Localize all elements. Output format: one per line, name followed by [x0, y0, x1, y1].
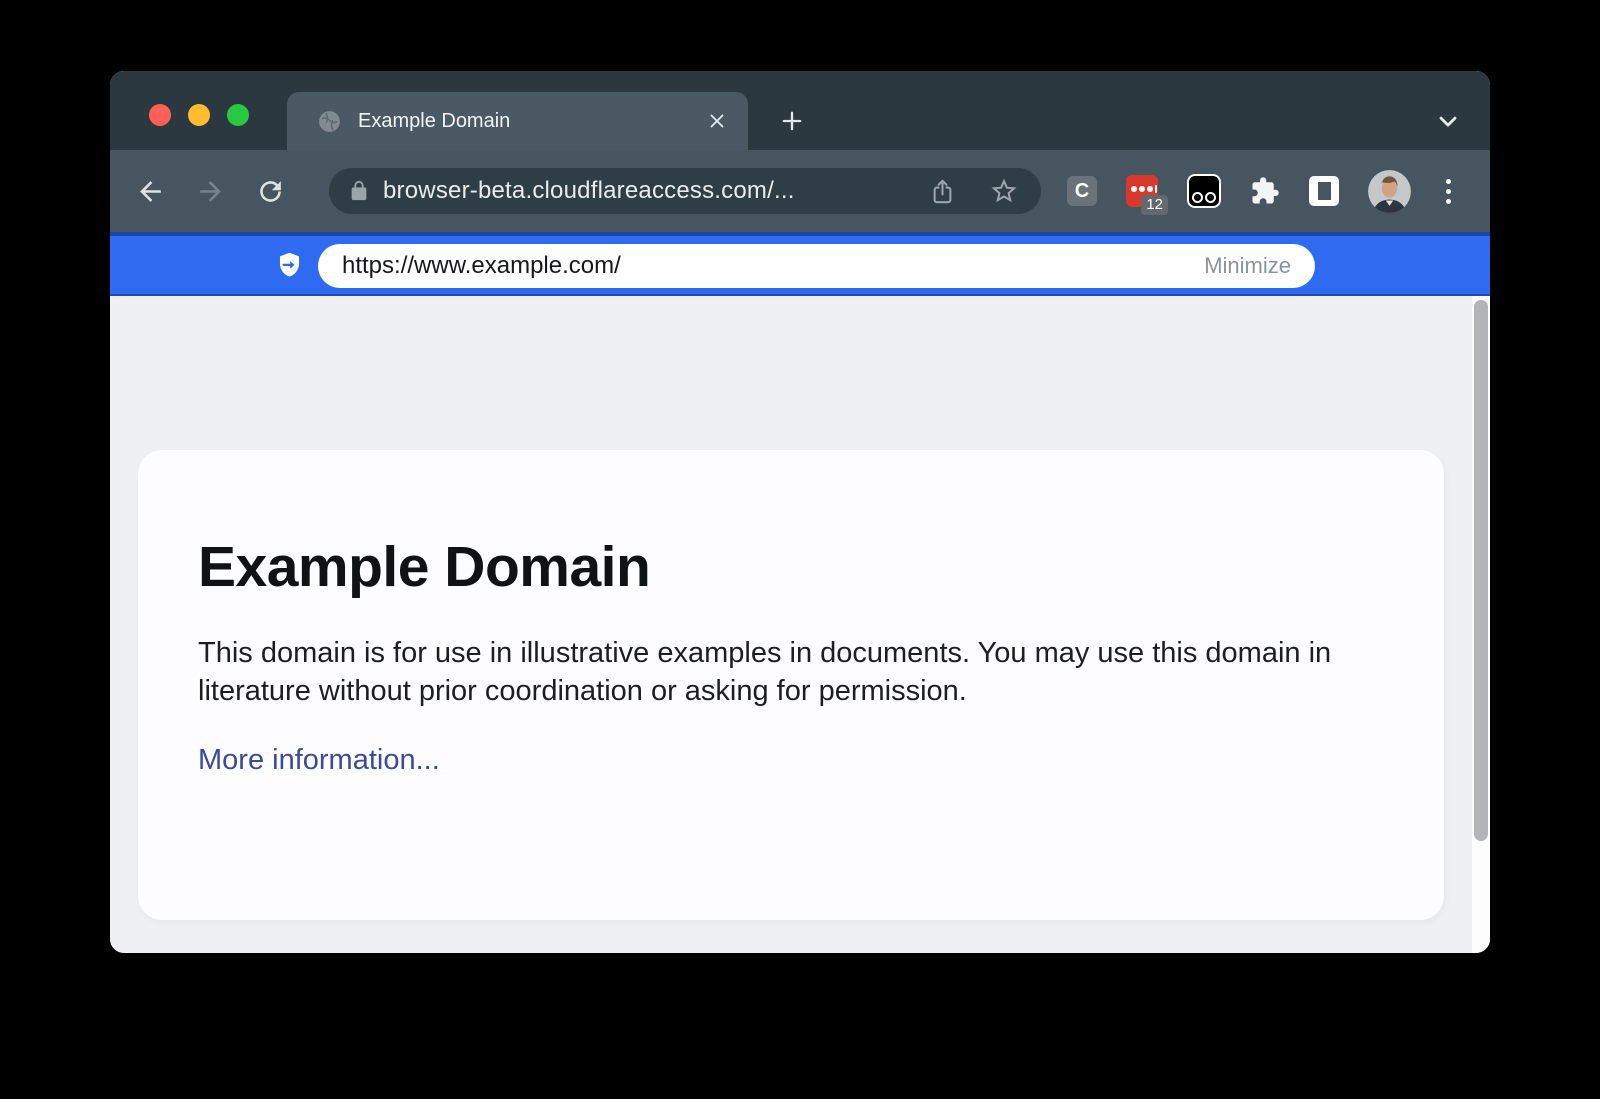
browser-toolbar: browser-beta.cloudflareaccess.com/... C … — [110, 150, 1490, 232]
forward-icon[interactable] — [195, 176, 226, 207]
page-paragraph: This domain is for use in illustrative e… — [198, 634, 1348, 710]
chevron-down-icon[interactable] — [1432, 107, 1464, 135]
tab-title: Example Domain — [358, 110, 706, 133]
share-icon[interactable] — [929, 178, 956, 205]
puzzle-icon[interactable] — [1250, 176, 1280, 206]
macos-traffic-lights — [149, 104, 249, 126]
window-zoom-button[interactable] — [227, 104, 249, 126]
example-domain-card: Example Domain This domain is for use in… — [138, 450, 1444, 920]
tab-strip: Example Domain — [110, 71, 1490, 150]
remote-url-text: https://www.example.com/ — [342, 252, 1204, 280]
avatar[interactable] — [1368, 170, 1411, 213]
extension-red-dots-icon[interactable]: 12 — [1126, 175, 1158, 207]
new-tab-icon[interactable] — [778, 107, 806, 135]
extension-circles-icon[interactable] — [1187, 174, 1221, 208]
tab-close-icon[interactable] — [706, 110, 728, 132]
side-panel-icon[interactable] — [1309, 176, 1339, 206]
page-title: Example Domain — [198, 534, 1354, 600]
reload-icon[interactable] — [255, 176, 286, 207]
scrollbar-track[interactable] — [1472, 296, 1490, 953]
extension-icons-row: C 12 — [1067, 170, 1457, 213]
extension-badge-count: 12 — [1141, 195, 1168, 216]
window-close-button[interactable] — [149, 104, 171, 126]
globe-icon — [317, 109, 342, 134]
shield-arrow-icon[interactable] — [276, 251, 303, 279]
remote-url-input[interactable]: https://www.example.com/ Minimize — [318, 244, 1315, 288]
red-dots-glyph — [1131, 185, 1157, 193]
page-viewport: Example Domain This domain is for use in… — [110, 296, 1490, 953]
browser-tab[interactable]: Example Domain — [287, 92, 748, 150]
lock-icon — [348, 180, 370, 202]
minimize-button[interactable]: Minimize — [1204, 253, 1291, 279]
back-icon[interactable] — [135, 176, 166, 207]
kebab-menu-icon[interactable] — [1440, 179, 1457, 204]
more-information-link[interactable]: More information... — [198, 744, 440, 777]
window-minimize-button[interactable] — [188, 104, 210, 126]
browser-window: Example Domain — [110, 71, 1490, 953]
access-bar: https://www.example.com/ Minimize — [110, 232, 1490, 296]
address-bar[interactable]: browser-beta.cloudflareaccess.com/... — [329, 168, 1041, 214]
star-icon[interactable] — [989, 176, 1019, 206]
extension-c-icon[interactable]: C — [1067, 176, 1097, 206]
address-url-text: browser-beta.cloudflareaccess.com/... — [383, 177, 929, 205]
scrollbar-thumb[interactable] — [1474, 300, 1488, 841]
